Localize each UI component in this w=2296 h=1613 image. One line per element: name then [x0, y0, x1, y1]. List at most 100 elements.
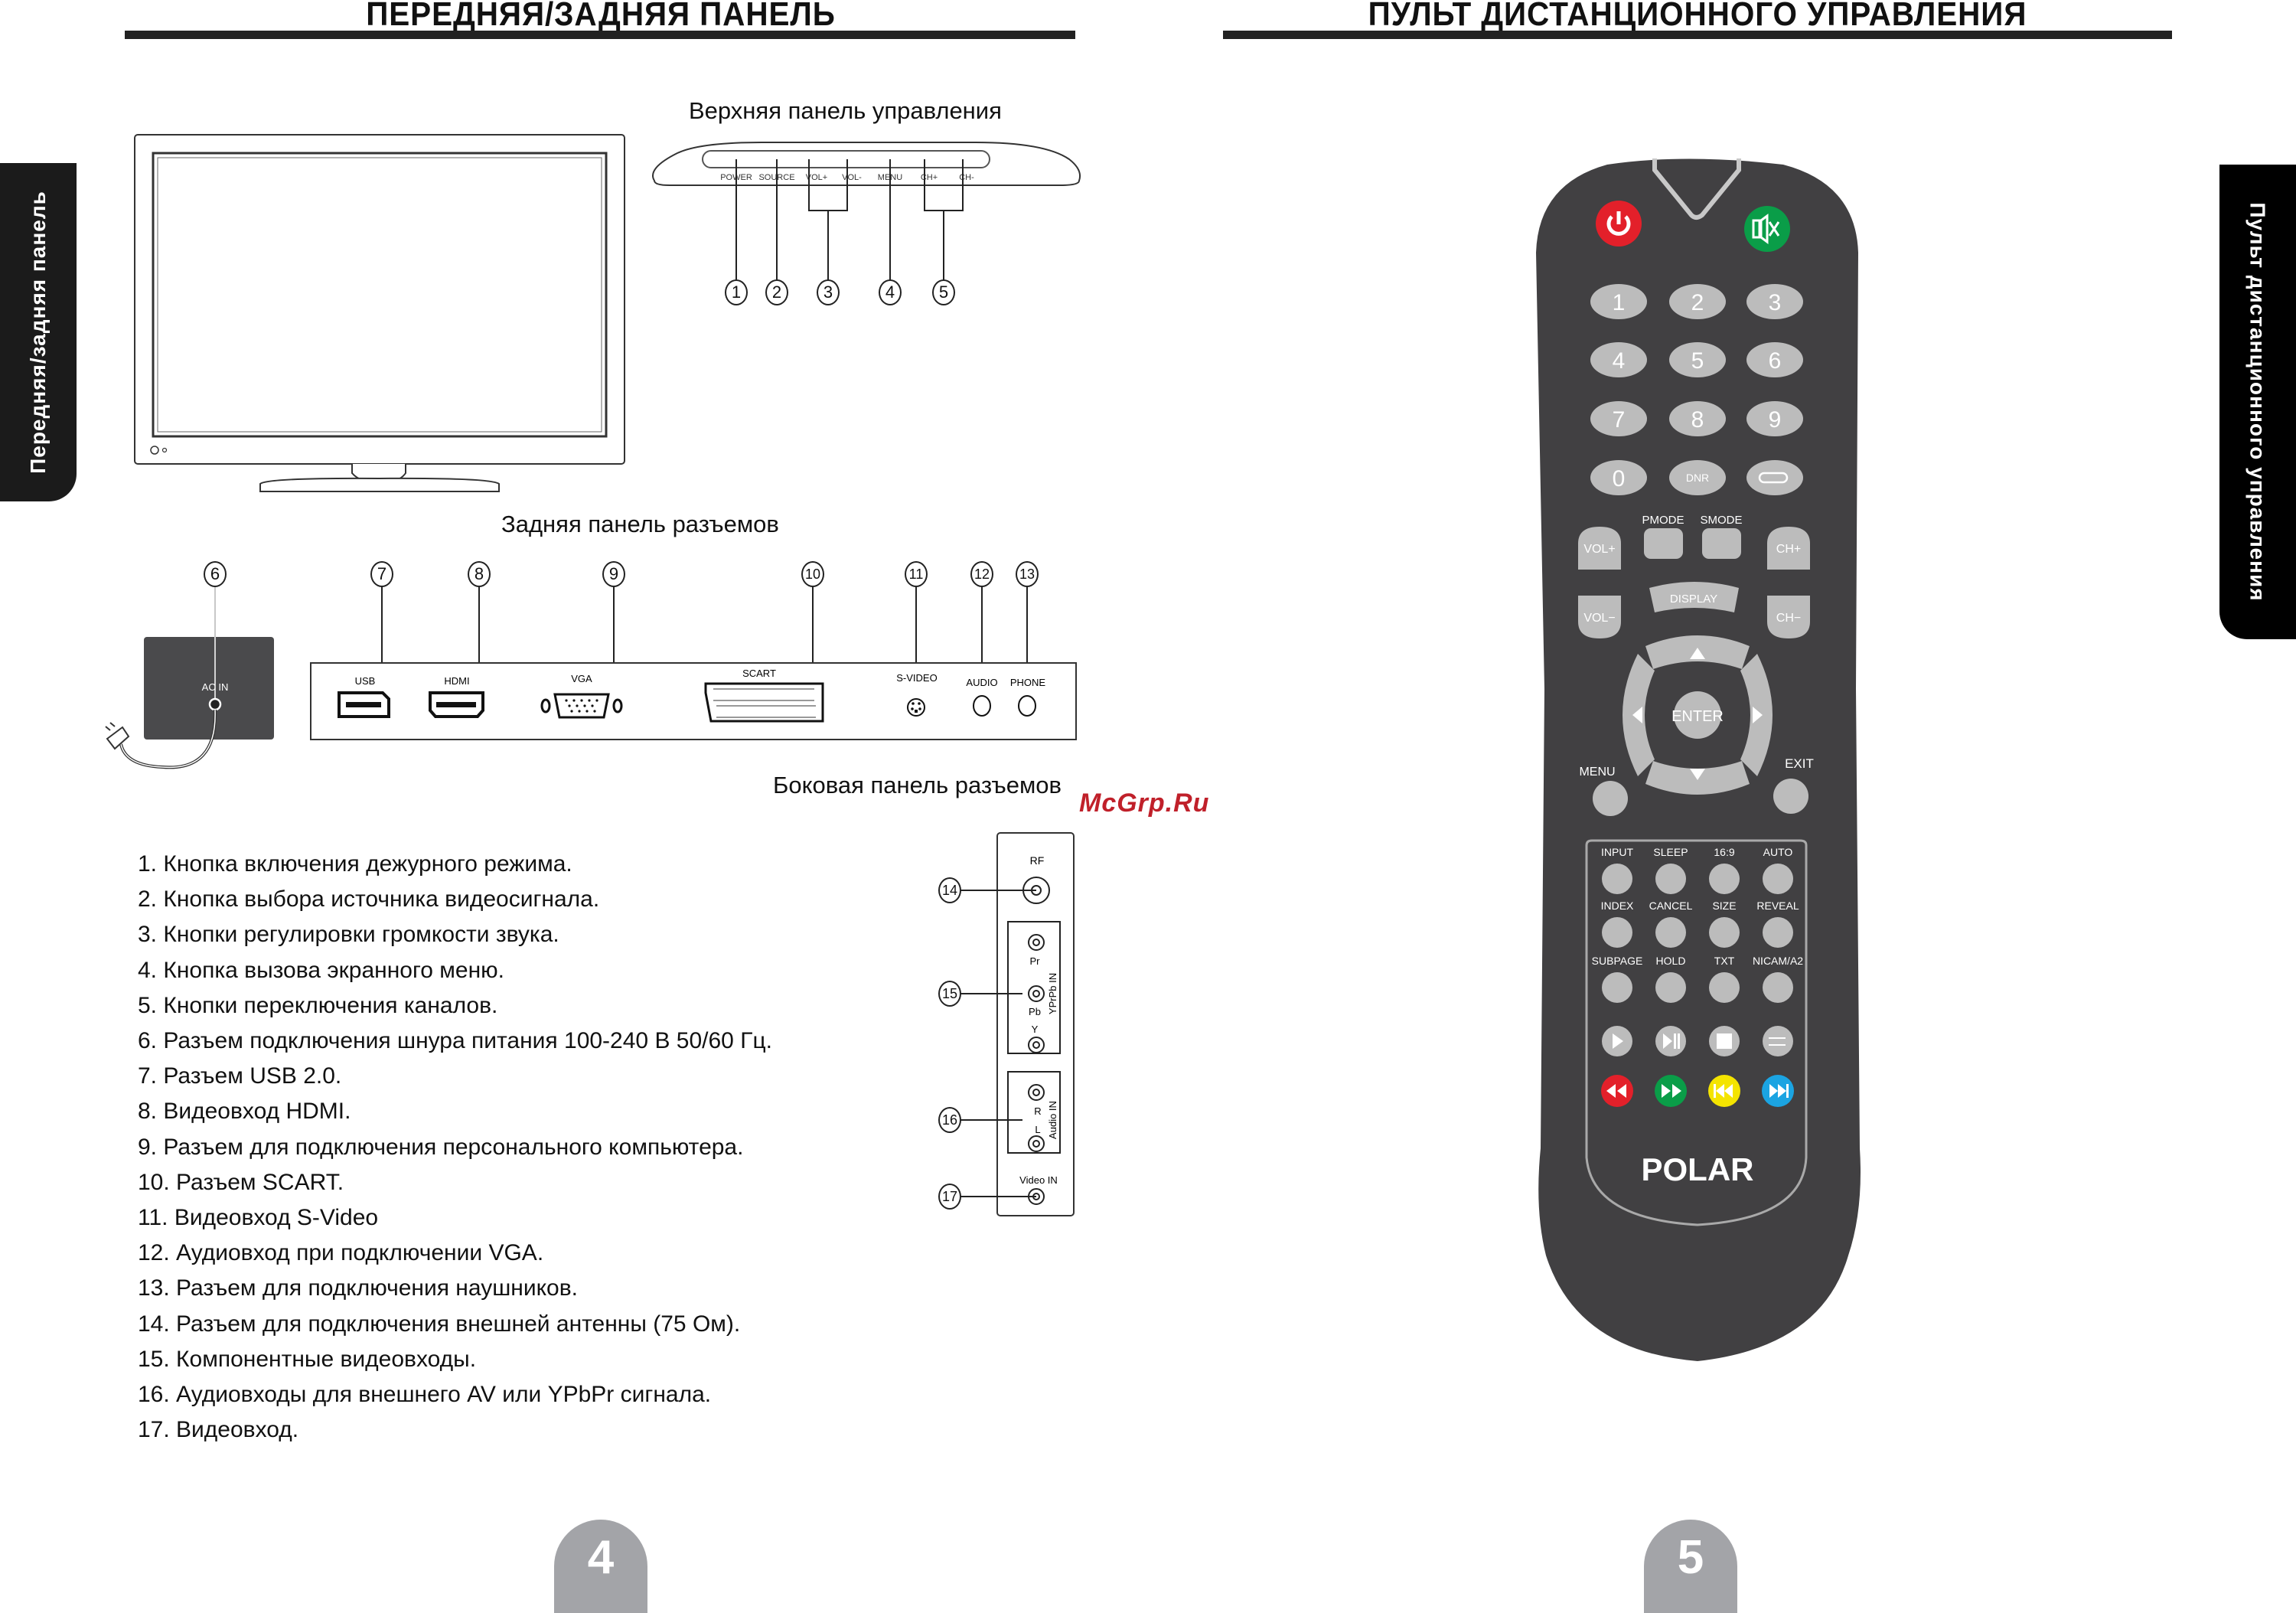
- remote-color-key[interactable]: [1601, 1075, 1633, 1107]
- remote-ch-plus-button[interactable]: CH+: [1767, 527, 1810, 570]
- remote-recall-button[interactable]: [1746, 460, 1803, 495]
- right-page-title: ПУЛЬТ ДИСТАНЦИОННОГО УПРАВЛЕНИЯ: [1368, 0, 2027, 33]
- function-key-label: INDEX: [1601, 900, 1634, 912]
- vga-label: VGA: [571, 673, 592, 684]
- description-item: 7. Разъем USB 2.0.: [138, 1063, 342, 1089]
- description-item: 9. Разъем для подключения персонального …: [138, 1134, 744, 1160]
- function-key-label: INPUT: [1601, 846, 1633, 858]
- remote-display-button[interactable]: DISPLAY: [1649, 582, 1739, 612]
- remote-media-key[interactable]: [1602, 1026, 1632, 1056]
- remote-media-key[interactable]: [1655, 1026, 1686, 1056]
- callout-4: 4: [879, 279, 902, 305]
- right-side-tab-label: Пульт дистанционного управления: [2246, 202, 2270, 602]
- power-plug: [105, 722, 130, 750]
- rf-label: RF: [1030, 854, 1045, 867]
- y-label: Y: [1032, 1024, 1039, 1035]
- remote-key-11[interactable]: DNR: [1669, 460, 1726, 495]
- remote-pmode-button[interactable]: PMODE: [1642, 514, 1684, 559]
- pr-label: Pr: [1030, 955, 1041, 967]
- callout-8: 8: [468, 561, 491, 587]
- remote-key-3[interactable]: 3: [1746, 284, 1803, 319]
- digit-label: 7: [1613, 407, 1626, 433]
- remote-ch-minus-button[interactable]: CH−: [1767, 596, 1810, 638]
- remote-function-key[interactable]: SIZE: [1709, 900, 1740, 948]
- description-item: 16. Аудиовходы для внешнего AV или YPbPr…: [138, 1382, 712, 1408]
- ac-in-label: AC IN: [202, 681, 229, 693]
- connector-panel: [310, 662, 1077, 740]
- remote-key-5[interactable]: 5: [1669, 342, 1726, 377]
- function-key-label: SUBPAGE: [1592, 955, 1643, 967]
- callout-11: 11: [905, 561, 928, 587]
- description-item: 17. Видеовход.: [138, 1417, 299, 1443]
- remote-key-7[interactable]: 7: [1590, 401, 1647, 436]
- page-number-left: 4: [554, 1520, 647, 1613]
- menu-label: MENU: [1579, 766, 1615, 779]
- pb-label: Pb: [1029, 1006, 1041, 1017]
- function-key-label: SLEEP: [1653, 846, 1688, 858]
- remote-smode-button[interactable]: SMODE: [1700, 514, 1743, 559]
- digit-label: 0: [1613, 466, 1626, 491]
- remote-vol-minus-button[interactable]: VOL−: [1578, 596, 1621, 638]
- remote-function-key[interactable]: AUTO: [1763, 846, 1793, 894]
- remote-function-key[interactable]: INDEX: [1601, 900, 1634, 948]
- left-side-tab-label: Передняя/задняя панель: [26, 191, 50, 474]
- remote-vol-minus-button-label: VOL−: [1583, 612, 1615, 625]
- remote-key-8[interactable]: 8: [1669, 401, 1726, 436]
- remote-control: 1 2 3 4 5 6 7 8 9 0 DNR PMODE SMODE VOL+ VOL− CH+ CH− DIS…: [1536, 158, 1861, 1361]
- remote-key-6[interactable]: 6: [1746, 342, 1803, 377]
- remote-key-10[interactable]: 0: [1590, 460, 1647, 495]
- remote-media-key[interactable]: [1763, 1026, 1793, 1056]
- remote-key-2[interactable]: 2: [1669, 284, 1726, 319]
- remote-color-key[interactable]: [1655, 1075, 1687, 1107]
- dnr-label: DNR: [1686, 472, 1709, 484]
- description-item: 1. Кнопка включения дежурного режима.: [138, 851, 572, 877]
- left-side-tab: Передняя/задняя панель: [0, 163, 77, 501]
- callout-7: 7: [370, 561, 393, 587]
- callout-17: 17: [938, 1184, 961, 1210]
- description-item: 3. Кнопки регулировки громкости звука.: [138, 922, 559, 948]
- watermark: McGrp.Ru: [1079, 789, 1210, 818]
- remote-ch-plus-button-label: CH+: [1776, 543, 1801, 556]
- function-key-label: REVEAL: [1756, 900, 1799, 912]
- digit-label: 9: [1769, 407, 1782, 433]
- description-item: 12. Аудиовход при подключении VGA.: [138, 1240, 544, 1266]
- right-title-rule: [1223, 31, 2172, 39]
- smode-label: SMODE: [1700, 514, 1742, 527]
- rear-panel-illustration: AC IN USB HDMI VGA SCART S-VIDEO AUDIO P…: [105, 583, 1077, 769]
- remote-key-1[interactable]: 1: [1590, 284, 1647, 319]
- remote-key-9[interactable]: 9: [1746, 401, 1803, 436]
- digit-label: 2: [1691, 290, 1704, 315]
- function-key-label: 16:9: [1714, 846, 1734, 858]
- digit-label: 3: [1769, 290, 1782, 315]
- page-number-right: 5: [1644, 1520, 1737, 1613]
- tv-front-illustration: [134, 134, 625, 492]
- svideo-port: [907, 698, 925, 717]
- remote-mute-button[interactable]: [1744, 206, 1790, 252]
- phone-label: PHONE: [1010, 677, 1046, 688]
- callout-3: 3: [817, 279, 840, 305]
- remote-key-4[interactable]: 4: [1590, 342, 1647, 377]
- callout-2: 2: [765, 279, 788, 305]
- description-item: 14. Разъем для подключения внешней антен…: [138, 1311, 741, 1337]
- remote-function-key[interactable]: SLEEP: [1653, 846, 1688, 894]
- usb-label: USB: [355, 675, 376, 687]
- remote-color-key[interactable]: [1708, 1075, 1740, 1107]
- scart-port: [704, 682, 824, 723]
- digit-label: 8: [1691, 407, 1704, 433]
- callout-13: 13: [1016, 561, 1039, 587]
- top-btn-ch-plus: CH+: [921, 173, 938, 182]
- digit-label: 6: [1769, 348, 1782, 374]
- description-item: 5. Кнопки переключения каналов.: [138, 992, 498, 1018]
- remote-vol-plus-button[interactable]: VOL+: [1578, 527, 1621, 570]
- ypbpr-group-label: YPrPb IN: [1047, 973, 1058, 1014]
- remote-color-key[interactable]: [1762, 1075, 1794, 1107]
- left-title-rule: [125, 31, 1075, 39]
- display-label: DISPLAY: [1670, 593, 1717, 606]
- function-key-label: HOLD: [1656, 955, 1686, 967]
- remote-function-key[interactable]: INPUT: [1601, 846, 1633, 894]
- remote-function-key[interactable]: HOLD: [1655, 955, 1686, 1003]
- callout-12: 12: [970, 561, 993, 587]
- remote-media-key[interactable]: [1709, 1026, 1740, 1056]
- svideo-label: S-VIDEO: [896, 672, 937, 684]
- remote-power-button[interactable]: [1596, 201, 1642, 247]
